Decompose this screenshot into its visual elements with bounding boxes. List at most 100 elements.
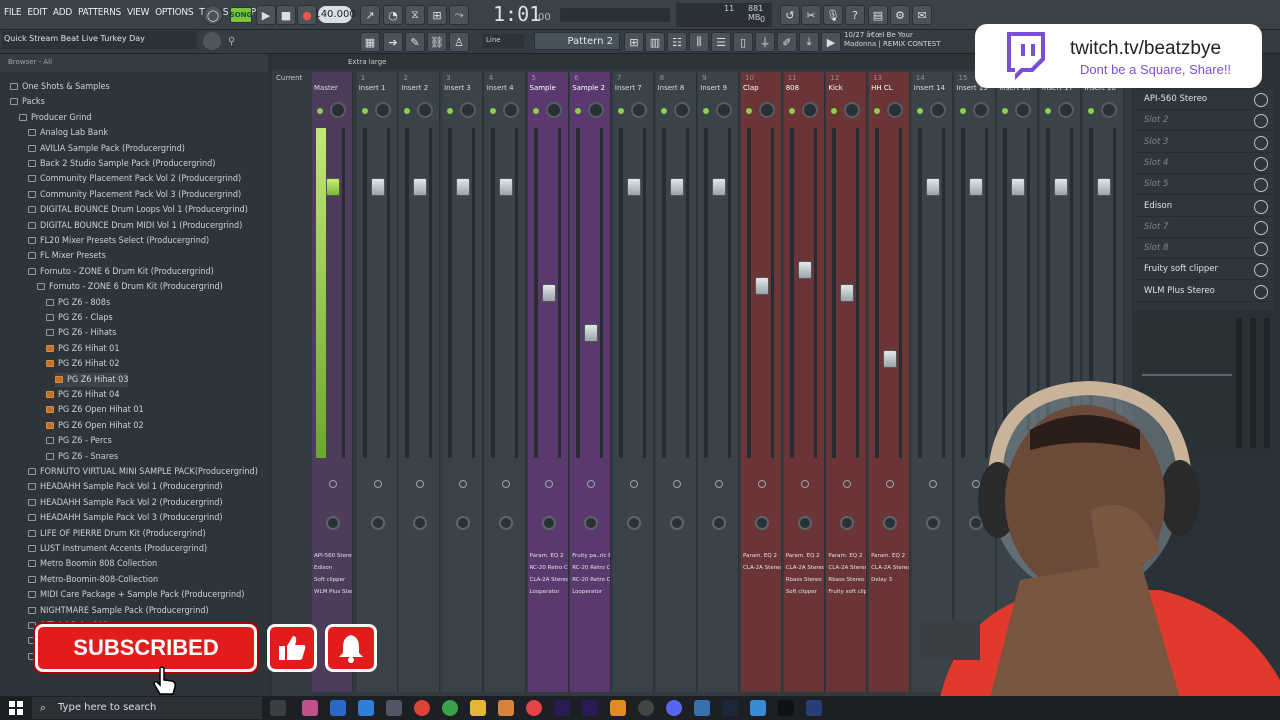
effect-slot[interactable]: Slot 3	[1134, 133, 1274, 153]
pattern-selector[interactable]: Pattern 2	[534, 32, 620, 50]
slot-mix-knob[interactable]	[1254, 93, 1268, 107]
browser-folder-item[interactable]: AVILIA Sample Pack (Producergrind)	[28, 142, 185, 156]
strip-label[interactable]: Kick	[828, 84, 866, 92]
strip-enable-led[interactable]	[916, 108, 923, 114]
app-icon-19[interactable]	[806, 700, 822, 716]
browser-folder-item[interactable]: FORNUTO VIRTUAL MINI SAMPLE PACK(Produce…	[28, 465, 258, 479]
volume-fader[interactable]	[326, 178, 340, 197]
app-icon-6[interactable]	[442, 700, 458, 716]
strip-enable-led[interactable]	[575, 108, 582, 114]
strip-fx-item[interactable]: Looperator	[572, 586, 610, 598]
strip-fx-item[interactable]: CLA-2A Stereo	[786, 562, 824, 574]
browser-folder-item[interactable]: Metro-Boomin-808-Collection	[28, 573, 158, 587]
strip-pan-knob[interactable]	[630, 102, 647, 118]
slot-mix-knob[interactable]	[1254, 263, 1268, 278]
app-icon-3[interactable]	[358, 700, 374, 716]
volume-fader[interactable]	[1096, 178, 1111, 197]
news-icon[interactable]: ▶	[821, 32, 841, 52]
strip-pan-knob[interactable]	[929, 102, 946, 118]
browser-folder-item[interactable]: Community Placement Pack Vol 3 (Producer…	[28, 188, 241, 202]
strip-fx-item[interactable]: CLA-2A Stereo	[530, 574, 568, 586]
strip-label[interactable]: Insert 7	[615, 84, 653, 92]
discord-icon[interactable]	[666, 700, 682, 716]
strip-fx-item[interactable]: RC-20 Retro Color	[572, 562, 610, 574]
effect-slot[interactable]: WLM Plus Stereo	[1134, 282, 1274, 302]
effect-slot[interactable]: Slot 7	[1134, 218, 1274, 238]
strip-enable-led[interactable]	[703, 108, 710, 114]
stereo-separation-knob[interactable]	[626, 516, 641, 530]
playlist-icon[interactable]: ▦	[360, 32, 380, 52]
strip-label[interactable]: Master	[314, 84, 352, 92]
route-icon[interactable]	[800, 480, 809, 488]
mixer-strip[interactable]: 7 Insert 7	[612, 72, 654, 692]
step-seq-icon[interactable]: ⊞	[624, 32, 644, 52]
strip-fx-item[interactable]: Fruity soft clipper	[828, 586, 866, 598]
vlc-icon[interactable]	[610, 700, 626, 716]
strip-enable-led[interactable]	[959, 108, 966, 114]
menu-item[interactable]: OPTIONS	[155, 7, 193, 18]
strip-fx-item[interactable]: Edison	[314, 562, 352, 574]
help-icon[interactable]: ?	[845, 5, 865, 25]
strip-pan-knob[interactable]	[716, 102, 733, 118]
strip-enable-led[interactable]	[361, 108, 368, 114]
route-icon[interactable]	[715, 480, 724, 488]
stereo-separation-knob[interactable]	[712, 516, 727, 530]
news-ticker[interactable]: 10/27 â€œI Be Your Madonna | REMIX CONTE…	[844, 31, 964, 49]
strip-pan-knob[interactable]	[588, 102, 605, 118]
strip-pan-knob[interactable]	[1015, 102, 1032, 118]
strip-pan-knob[interactable]	[759, 102, 775, 118]
stamp-icon[interactable]: ♙	[449, 32, 469, 52]
strip-fx-item[interactable]: CLA-2A Stereo	[743, 562, 781, 574]
browser-folder-item[interactable]: DIGITAL BOUNCE Drum Loops Vol 1 (Produce…	[28, 203, 248, 217]
strip-pan-knob[interactable]	[673, 102, 690, 118]
strip-fx-item[interactable]: WLM Plus Stereo	[314, 586, 352, 598]
strip-pan-knob[interactable]	[460, 102, 477, 118]
fl-studio-icon[interactable]	[498, 700, 514, 716]
menu-item[interactable]: VIEW	[127, 7, 149, 18]
volume-fader[interactable]	[541, 284, 556, 302]
strip-enable-led[interactable]	[746, 108, 752, 114]
mixer-strip[interactable]: 5 Sample Param. EQ 2RC-20 Retro ColorCLA-2…	[527, 72, 569, 692]
browser-folder-item[interactable]: DIGITAL BOUNCE Drum MIDI Vol 1 (Producer…	[28, 219, 242, 233]
menu-item[interactable]: FILE	[4, 7, 22, 18]
folder-icon[interactable]	[470, 700, 486, 716]
stereo-separation-knob[interactable]	[669, 516, 684, 530]
volume-fader[interactable]	[968, 178, 983, 197]
strip-fx-item[interactable]: Param. EQ 2	[828, 550, 866, 562]
volume-fader[interactable]	[669, 178, 684, 197]
browser-folder-item[interactable]: HEADAHH Sample Pack Vol 3 (Producergrind…	[28, 511, 223, 525]
strip-fx-item[interactable]: Fruity pa..rlc EQ 2	[572, 550, 610, 562]
browser-file-item[interactable]: PG Z6 Hihat 03	[55, 372, 129, 387]
mixer-strip[interactable]: 4 Insert 4	[484, 72, 526, 692]
strip-label[interactable]: Insert 9	[700, 84, 738, 92]
mixer-size-label[interactable]: Extra large	[348, 58, 386, 66]
browser-folder-item[interactable]: Packs	[10, 95, 45, 109]
app-icon-17[interactable]	[750, 700, 766, 716]
browser-folder-item[interactable]: PG Z6 - Percs	[46, 434, 112, 448]
steam-icon[interactable]	[722, 700, 738, 716]
volume-fader[interactable]	[797, 260, 812, 279]
chrome-icon[interactable]	[414, 700, 430, 716]
menu-item[interactable]: ADD	[53, 7, 72, 18]
tools-icon[interactable]: ✂	[801, 5, 821, 25]
strip-pan-knob[interactable]	[417, 102, 434, 118]
volume-fader[interactable]	[456, 178, 471, 197]
strip-pan-knob[interactable]	[887, 102, 904, 118]
strip-enable-led[interactable]	[532, 108, 539, 114]
brush-icon[interactable]: ✐	[777, 32, 797, 52]
volume-fader[interactable]	[712, 178, 727, 197]
strip-label[interactable]: Insert 4	[487, 84, 525, 92]
strip-pan-knob[interactable]	[1057, 102, 1074, 118]
route-icon[interactable]	[329, 480, 337, 488]
browser-folder-item[interactable]: Producer Grind	[19, 111, 92, 125]
strip-enable-led[interactable]	[404, 108, 411, 114]
browser-folder-item[interactable]: MIDI Care Package + Sample Pack (Produce…	[28, 588, 244, 602]
mixer-strip[interactable]: 3 Insert 3	[442, 72, 484, 692]
strip-enable-led[interactable]	[447, 108, 454, 114]
browser-file-item[interactable]: PG Z6 Hihat 01	[46, 342, 119, 356]
master-strip[interactable]: Master API-560 Stereo Edison Soft clipper WL…	[312, 72, 353, 692]
strip-enable-led[interactable]	[1044, 108, 1051, 114]
premiere-icon[interactable]	[554, 700, 570, 716]
notification-bell-button[interactable]	[325, 624, 377, 672]
route-icon[interactable]	[459, 480, 468, 488]
